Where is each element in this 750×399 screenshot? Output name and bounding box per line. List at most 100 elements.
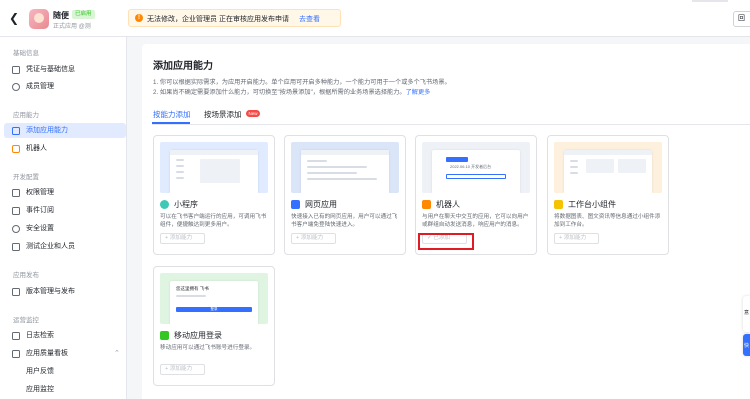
sidebar-item-members[interactable]: 成员管理 (4, 79, 126, 94)
capability-card-web-app: 网页应用 快速接入已有的网页应用，用户可以通过飞书客户端免登陆快速进入。 + 添… (284, 135, 406, 255)
sidebar-item-test-users[interactable]: 测试企业和人员 (4, 239, 126, 254)
preview-window: 您这里拥有 飞书 登录 (170, 281, 258, 324)
top-header: ❮ 随便 已启用 正式应用 @测 ! 无法修改，企业管理员 正在审核应用发布申请… (0, 0, 750, 37)
card-description: 可以在飞书客户端运行的应用，可调用飞书组件，便捷触达到更多用户。 (160, 214, 267, 228)
feedback-float-tab[interactable]: 意 (743, 296, 750, 332)
add-capability-button[interactable]: + 添加能力 (291, 233, 336, 244)
app-subtitle: 正式应用 @测 (53, 24, 91, 30)
app-avatar (29, 9, 49, 29)
preview-window (301, 150, 389, 193)
sidebar-item-label: 成员管理 (26, 83, 54, 90)
app-name: 随便 (53, 11, 69, 20)
banner-text: 无法修改，企业管理员 正在审核应用发布申请 (147, 16, 289, 23)
add-capability-button[interactable]: + 添加能力 (554, 233, 599, 244)
shield-icon (12, 225, 20, 233)
widget-icon (554, 200, 563, 209)
mobile-login-icon (160, 331, 169, 340)
tabs-divider (152, 124, 750, 125)
chevron-up-icon: ⌃ (114, 350, 120, 357)
preview-window (170, 150, 258, 193)
sidebar: 基础信息 凭证与基础信息 成员管理 应用能力 添加应用能力 机器人 开发配置 权… (0, 37, 127, 399)
sidebar-item-permissions[interactable]: 权限管理 (4, 185, 126, 200)
tab-by-capability[interactable]: 按能力添加 (153, 109, 191, 120)
sidebar-item-label: 日志检索 (26, 332, 54, 339)
add-capability-button[interactable]: + 添加能力 (160, 233, 205, 244)
log-icon (12, 332, 20, 340)
sidebar-item-label: 用户反馈 (26, 368, 54, 375)
review-banner: ! 无法修改，企业管理员 正在审核应用发布申请 去查看 (128, 9, 341, 27)
card-title: 工作台小组件 (568, 200, 616, 209)
card-title: 网页应用 (305, 200, 337, 209)
preview-window (564, 150, 652, 193)
description-1: 1. 你可以根据实际需求，为应用开启能力。单个应用可开启多种能力，一个能力可用于… (153, 79, 451, 86)
dashboard-icon (12, 350, 20, 358)
group-release: 应用发布 (13, 272, 39, 279)
warning-icon: ! (135, 14, 143, 22)
card-title: 机器人 (436, 200, 460, 209)
sidebar-item-label: 事件订阅 (26, 207, 54, 214)
lock-icon (12, 189, 20, 197)
web-app-preview (291, 142, 399, 193)
new-badge: New (246, 110, 260, 117)
preview-title: 您这里拥有 飞书 (176, 286, 209, 291)
grid-plus-icon (12, 127, 20, 135)
user-icon (12, 83, 20, 91)
robot-icon (422, 200, 431, 209)
preview-window: 2022.06.10 开发者后台 (432, 150, 520, 193)
mini-program-preview (160, 142, 268, 193)
group-ops: 运营监控 (13, 317, 39, 324)
sidebar-item-label: 测试企业和人员 (26, 243, 75, 250)
capability-card-mini-program: 小程序 可以在飞书客户端运行的应用，可调用飞书组件，便捷触达到更多用户。 + 添… (153, 135, 275, 255)
description-2-text: 2. 如果尚不确定需要添加什么能力，可切换至"按场景添加"，根据所需的业务场景选… (153, 89, 406, 96)
sidebar-item-monitor[interactable]: 应用监控 (4, 382, 126, 397)
card-description: 将数据图表、图文资讯等信息通过小组件添加到工作台。 (554, 214, 661, 228)
sidebar-item-label: 安全设置 (26, 225, 54, 232)
sidebar-item-label: 添加应用能力 (26, 127, 68, 134)
tab-by-scenario[interactable]: 按场景添加 (204, 109, 242, 120)
sidebar-item-versions[interactable]: 版本管理与发布 (4, 284, 126, 299)
sidebar-item-label: 权限管理 (26, 189, 54, 196)
robot-icon (12, 145, 20, 153)
back-icon[interactable]: ❮ (9, 12, 21, 24)
capability-card-mobile-login: 您这里拥有 飞书 登录 移动应用登录 移动应用可以通过飞书账号进行登录。 + 添… (153, 266, 275, 386)
group-basic: 基础信息 (13, 50, 39, 57)
capability-card-widget: 工作台小组件 将数据图表、图文资讯等信息通过小组件添加到工作台。 + 添加能力 (547, 135, 669, 255)
sidebar-item-quality[interactable]: 应用质量看板 ⌃ (4, 346, 126, 361)
sidebar-item-label: 机器人 (26, 145, 47, 152)
sidebar-item-events[interactable]: 事件订阅 (4, 203, 126, 218)
sidebar-item-label: 版本管理与发布 (26, 288, 75, 295)
widget-preview (554, 142, 662, 193)
sidebar-item-bot[interactable]: 机器人 (4, 141, 126, 156)
sidebar-item-add-capability[interactable]: 添加应用能力 (4, 123, 126, 138)
sidebar-item-credentials[interactable]: 凭证与基础信息 (4, 62, 126, 77)
card-title: 移动应用登录 (174, 331, 222, 340)
app-status-badge: 已启用 (72, 10, 95, 19)
description-2: 2. 如果尚不确定需要添加什么能力，可切换至"按场景添加"，根据所需的业务场景选… (153, 87, 430, 96)
sidebar-item-feedback[interactable]: 用户反馈 (4, 364, 126, 379)
card-description: 移动应用可以通过飞书账号进行登录。 (160, 345, 256, 351)
learn-more-link[interactable]: 了解更多 (406, 89, 431, 96)
header-divider (692, 0, 728, 2)
card-description: 快速接入已有的网页应用，用户可以通过飞书客户端免登陆快速进入。 (291, 214, 398, 228)
add-capability-button[interactable]: + 添加能力 (160, 364, 205, 375)
sidebar-item-label: 凭证与基础信息 (26, 66, 75, 73)
header-right-button[interactable]: 回 (733, 11, 750, 27)
group-dev: 开发配置 (13, 174, 39, 181)
view-link[interactable]: 去查看 (299, 14, 320, 24)
card-description: 与用户在聊天中交互的应用，它可以向用户或群组自动发送消息，响应用户的消息。 (422, 214, 529, 228)
mini-program-icon (160, 200, 169, 209)
preview-line: 2022.06.10 开发者后台 (450, 164, 492, 169)
sidebar-item-label: 应用监控 (26, 386, 54, 393)
id-card-icon (12, 66, 20, 74)
bot-preview: 2022.06.10 开发者后台 (422, 142, 530, 193)
preview-login-button: 登录 (176, 307, 252, 312)
quick-float-tab[interactable]: 快 (743, 334, 750, 356)
web-app-icon (291, 200, 300, 209)
card-title: 小程序 (174, 200, 198, 209)
main-panel: 添加应用能力 1. 你可以根据实际需求，为应用开启能力。单个应用可开启多种能力，… (142, 44, 750, 399)
page-title: 添加应用能力 (153, 61, 213, 72)
mobile-login-preview: 您这里拥有 飞书 登录 (160, 273, 268, 324)
event-icon (12, 207, 20, 215)
sidebar-item-security[interactable]: 安全设置 (4, 221, 126, 236)
sidebar-item-logs[interactable]: 日志检索 (4, 328, 126, 343)
